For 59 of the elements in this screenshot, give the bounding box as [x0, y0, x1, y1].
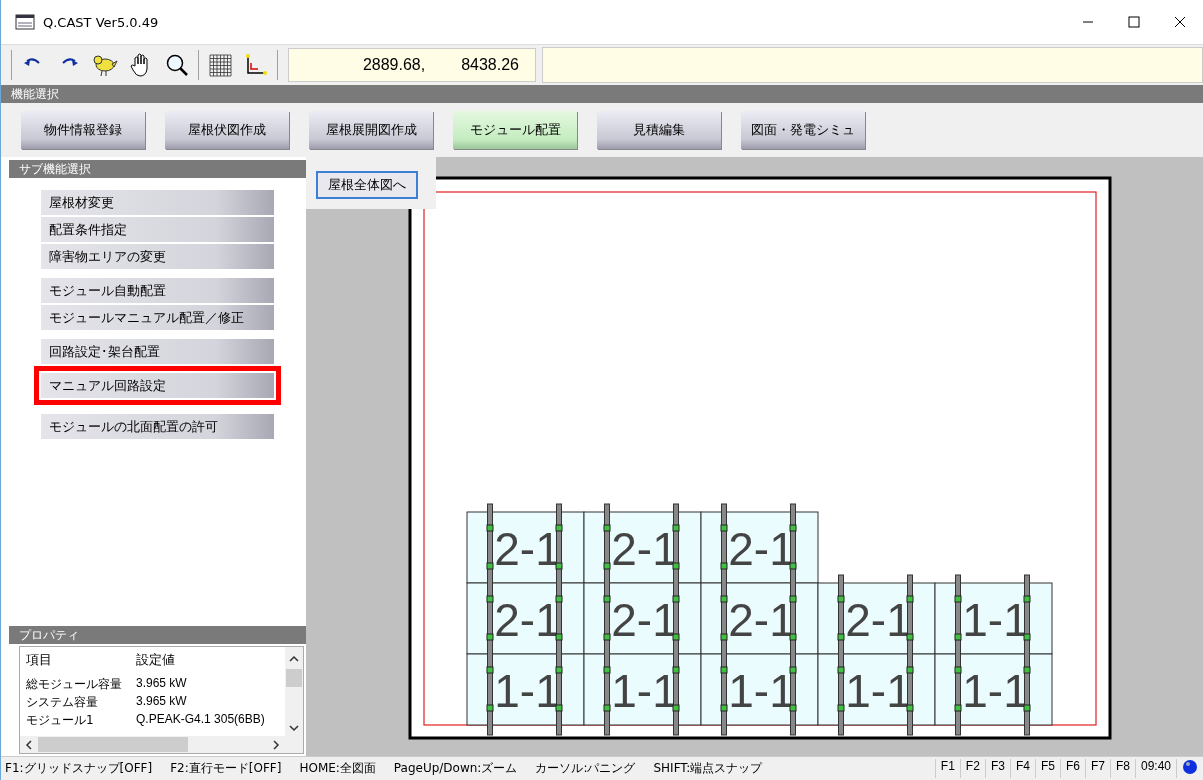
scrollbar[interactable] [285, 647, 303, 736]
table-cell-text: Q.PEAK-G4.1 305(6BB) [135, 711, 266, 728]
status-hint: F1:グリッドスナップ[OFF] [5, 760, 153, 777]
column-header: 設定値 [135, 651, 176, 669]
scroll-right-icon[interactable] [271, 739, 281, 750]
scroll-left-icon[interactable] [24, 739, 34, 750]
function-button[interactable]: モジュール配置 [453, 111, 577, 149]
function-button[interactable]: 物件情報登録 [21, 111, 145, 149]
table-cell-text: 総モジュール容量 [25, 676, 123, 693]
function-key: F5 [1034, 759, 1060, 778]
status-hint: HOME:全図面 [299, 760, 376, 777]
scroll-down-icon[interactable] [289, 724, 299, 732]
scrollbar[interactable] [20, 736, 285, 753]
function-button[interactable]: 屋根伏図作成 [165, 111, 289, 149]
function-key: F6 [1059, 759, 1085, 778]
section-header: サブ機能選択 [9, 160, 306, 178]
function-key: F1 [934, 759, 960, 778]
scroll-thumb[interactable] [286, 669, 302, 687]
window-title: Q.CAST Ver5.0.49 [43, 14, 159, 30]
column-header: 項目 [25, 651, 53, 669]
app-icon [15, 14, 35, 30]
section-header: 機能選択 [1, 85, 1203, 103]
status-hint: SHIFT:端点スナップ [653, 760, 763, 777]
status-icon [1182, 759, 1198, 775]
function-key: F3 [984, 759, 1010, 778]
function-button[interactable]: 見積編集 [597, 111, 721, 149]
bird-icon[interactable] [92, 53, 118, 77]
zoom-icon[interactable] [165, 53, 189, 77]
table-cell-text: 3.965 kW [135, 693, 188, 710]
clock: 09:40 [1134, 759, 1176, 778]
maximize-icon[interactable] [1128, 16, 1140, 28]
function-key: F7 [1084, 759, 1110, 778]
function-button[interactable]: 屋根展開図作成 [309, 111, 433, 149]
function-key: F2 [959, 759, 985, 778]
function-key: F4 [1009, 759, 1035, 778]
scroll-thumb[interactable] [38, 737, 188, 752]
close-icon[interactable] [1174, 16, 1186, 28]
sub-function-button[interactable]: 障害物エリアの変更 [41, 244, 274, 269]
coordinate-field: 2889.68, 8438.26 [288, 48, 536, 82]
table-cell-text: 3.965 kW [135, 675, 188, 692]
sub-function-button[interactable]: モジュールの北面配置の許可 [41, 414, 274, 439]
sub-function-button[interactable]: 配置条件指定 [41, 217, 274, 242]
scroll-up-icon[interactable] [289, 655, 299, 663]
status-hint: PageUp/Down:ズーム [393, 760, 518, 777]
table-cell-text: システム容量 [25, 694, 99, 711]
section-header: プロパティ [9, 626, 306, 644]
function-key: F8 [1109, 759, 1135, 778]
function-button[interactable]: 図面・発電シミュ [741, 111, 865, 149]
sub-function-button[interactable]: マニュアル回路設定 [41, 373, 274, 398]
table-cell-text: モジュール1 [25, 712, 95, 729]
status-hint: カーソル:パニング [535, 760, 636, 777]
overview-button[interactable]: 屋根全体図へ [316, 171, 418, 199]
sub-function-button[interactable]: 屋根材変更 [41, 190, 274, 215]
sub-function-button[interactable]: モジュールマニュアル配置／修正 [41, 305, 274, 330]
sub-function-button[interactable]: モジュール自動配置 [41, 278, 274, 303]
status-hint: F2:直行モード[OFF] [170, 760, 282, 777]
sub-function-button[interactable]: 回路設定･架台配置 [41, 339, 274, 364]
axes-icon[interactable] [244, 53, 268, 77]
grid-icon[interactable] [207, 52, 233, 78]
